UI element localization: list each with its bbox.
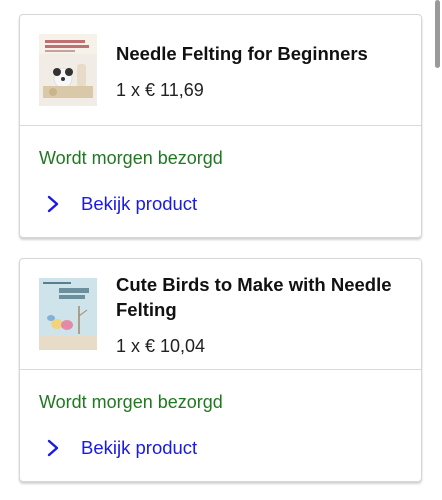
view-product-label: Bekijk product: [81, 193, 198, 214]
product-card: Cute Birds to Make with Needle Felting 1…: [19, 258, 422, 482]
view-product-label: Bekijk product: [81, 437, 198, 458]
product-price: 1 x € 10,04: [116, 336, 206, 356]
product-title[interactable]: Cute Birds to Make with Needle Felting: [116, 272, 408, 322]
product-thumbnail[interactable]: [39, 34, 97, 106]
chevron-right-icon: [47, 439, 59, 457]
scrollbar[interactable]: [435, 0, 440, 68]
view-product-link[interactable]: Bekijk product: [39, 435, 197, 461]
product-title[interactable]: Needle Felting for Beginners: [116, 41, 408, 66]
product-card: Needle Felting for Beginners 1 x € 11,69…: [19, 14, 422, 238]
delivery-status: Wordt morgen bezorgd: [39, 148, 223, 168]
product-thumbnail[interactable]: [39, 278, 97, 350]
view-product-link[interactable]: Bekijk product: [39, 191, 197, 217]
chevron-right-icon: [47, 195, 59, 213]
product-summary: Cute Birds to Make with Needle Felting 1…: [20, 259, 421, 370]
book-cover-icon: [39, 34, 97, 106]
product-price: 1 x € 11,69: [116, 80, 204, 100]
book-cover-icon: [39, 278, 97, 350]
product-summary: Needle Felting for Beginners 1 x € 11,69: [20, 15, 421, 126]
delivery-status: Wordt morgen bezorgd: [39, 392, 223, 412]
